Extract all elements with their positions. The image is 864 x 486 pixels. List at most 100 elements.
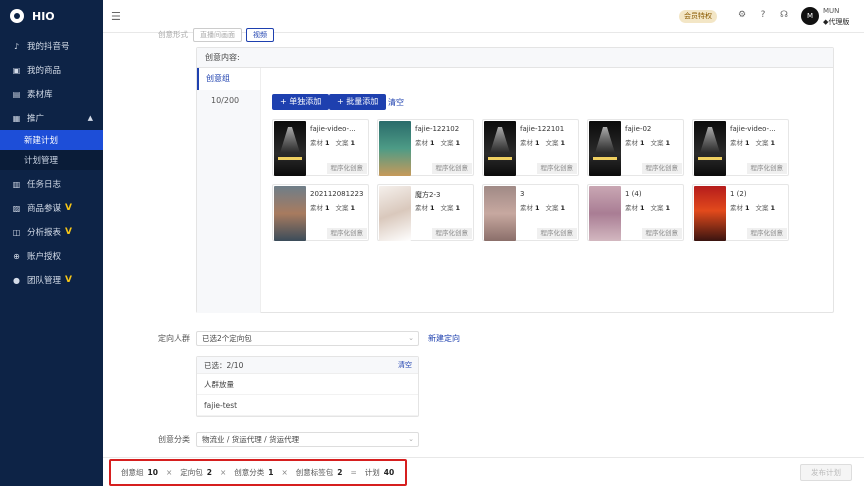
brand[interactable]: HIO <box>0 0 103 32</box>
brand-name: HIO <box>32 9 55 23</box>
material-label: 素材 <box>310 139 323 147</box>
card-meta: 素材 1 文案 1 <box>520 137 571 147</box>
sidebar-item-label: 团队管理 <box>27 276 62 286</box>
sidebar-item-reports[interactable]: ◫ 分析报表 V <box>0 220 103 244</box>
new-targeting-link[interactable]: 新建定向 <box>428 333 460 344</box>
creative-card[interactable]: 202112081223 素材 1 文案 1 程序化创意 <box>272 184 369 241</box>
targeting-select[interactable]: 已选2个定向包 ⌄ <box>196 331 419 346</box>
summary-value: 40 <box>383 468 395 477</box>
sidebar-item-promotion[interactable]: ▦ 推广 ▲ <box>0 106 103 130</box>
user-name: MUN <box>823 7 840 15</box>
copy-count: 1 <box>665 204 671 212</box>
video-thumbnail <box>694 121 726 176</box>
card-tag: 程序化创意 <box>326 228 367 239</box>
card-title: 魔方2-3 <box>415 191 441 199</box>
menu-toggle-icon[interactable]: ☰ <box>111 10 121 23</box>
help-icon[interactable]: ? <box>757 10 769 20</box>
material-count: 1 <box>430 204 435 212</box>
sidebar-item-account-auth[interactable]: ⊕ 账户授权 <box>0 244 103 268</box>
sidebar-item-product-advisor[interactable]: ▨ 商品参谋 V <box>0 196 103 220</box>
sidebar-subitem-new-plan[interactable]: 新建计划 <box>0 130 103 150</box>
sidebar-item-label: 分析报表 <box>27 228 62 238</box>
card-meta: 素材 1 文案 1 <box>625 202 676 212</box>
team-icon: ● <box>13 275 20 285</box>
sidebar-item-task-log[interactable]: ▥ 任务日志 <box>0 172 103 196</box>
copy-count: 1 <box>560 139 566 147</box>
creative-card[interactable]: fajie-video-... 素材 1 文案 1 程序化创意 <box>692 119 789 176</box>
list-item[interactable]: 人群放量 <box>197 374 418 395</box>
material-count: 1 <box>430 139 435 147</box>
copy-count: 1 <box>350 139 356 147</box>
creative-card[interactable]: fajie-122101 素材 1 文案 1 程序化创意 <box>482 119 579 176</box>
card-meta: 素材 1 文案 1 <box>730 202 781 212</box>
summary-label: 计划 <box>364 468 380 477</box>
copy-count: 1 <box>350 204 356 212</box>
copy-count: 1 <box>455 204 461 212</box>
creative-card[interactable]: 3 素材 1 文案 1 程序化创意 <box>482 184 579 241</box>
creative-card[interactable]: 魔方2-3 素材 1 文案 1 程序化创意 <box>377 184 474 241</box>
sidebar: HIO ♪ 我的抖音号 ▣ 我的商品 ▤ 素材库 ▦ 推广 ▲ 新建计划 计划管… <box>0 0 103 486</box>
card-title: fajie-02 <box>625 125 652 133</box>
video-thumbnail <box>379 121 411 176</box>
avatar[interactable]: M <box>801 7 819 25</box>
card-meta: 素材 1 文案 1 <box>310 202 361 212</box>
card-tag: 程序化创意 <box>641 163 682 174</box>
category-select[interactable]: 物流业 / 货运代理 / 货运代理 ⌄ <box>196 432 419 447</box>
tab-video[interactable]: 视频 <box>246 28 274 42</box>
sidebar-item-douyin[interactable]: ♪ 我的抖音号 <box>0 34 103 58</box>
sidebar-item-label: 我的商品 <box>27 66 62 76</box>
card-meta: 素材 1 文案 1 <box>520 202 571 212</box>
sidebar-item-materials[interactable]: ▤ 素材库 <box>0 82 103 106</box>
creative-card[interactable]: fajie-02 素材 1 文案 1 程序化创意 <box>587 119 684 176</box>
link-icon: ⊕ <box>13 251 20 261</box>
copy-count: 1 <box>770 204 776 212</box>
card-title: 1 (4) <box>625 190 642 198</box>
add-batch-button[interactable]: + 批量添加 <box>329 94 387 110</box>
card-tag: 程序化创意 <box>431 228 472 239</box>
list-item[interactable]: fajie-test <box>197 395 418 416</box>
chevron-down-icon: ⌄ <box>408 334 414 342</box>
card-title: 1 (2) <box>730 190 747 198</box>
creative-card[interactable]: 1 (4) 素材 1 文案 1 程序化创意 <box>587 184 684 241</box>
sidebar-item-label: 商品参谋 <box>27 204 62 214</box>
selected-clear-button[interactable]: 清空 <box>398 357 412 374</box>
selected-count: 已选：2/10 <box>204 361 244 370</box>
targeting-select-value: 已选2个定向包 <box>202 334 252 343</box>
creative-group-tab[interactable]: 创意组 10/200 <box>197 68 260 105</box>
creative-card[interactable]: fajie-video-... 素材 1 文案 1 程序化创意 <box>272 119 369 176</box>
video-thumbnail <box>589 121 621 176</box>
headset-icon[interactable]: ☊ <box>778 10 790 20</box>
card-tag: 程序化创意 <box>326 163 367 174</box>
creative-card[interactable]: fajie-122102 素材 1 文案 1 程序化创意 <box>377 119 474 176</box>
material-label: 素材 <box>625 204 638 212</box>
creative-card[interactable]: 1 (2) 素材 1 文案 1 程序化创意 <box>692 184 789 241</box>
folder-icon: ▤ <box>12 89 21 99</box>
add-single-button[interactable]: + 单独添加 <box>272 94 330 110</box>
sidebar-item-products[interactable]: ▣ 我的商品 <box>0 58 103 82</box>
video-thumbnail <box>694 186 726 241</box>
tab-live-scene[interactable]: 直播间画面 <box>193 28 242 42</box>
copy-label: 文案 <box>335 139 349 147</box>
copy-label: 文案 <box>650 204 664 212</box>
material-label: 素材 <box>730 204 743 212</box>
targeting-label: 定向人群 <box>158 334 190 343</box>
group-count: 10/200 <box>211 96 240 105</box>
shop-icon: ▣ <box>12 65 21 75</box>
promotion-icon: ▦ <box>12 113 21 123</box>
member-badge[interactable]: 会员特权 <box>679 10 717 23</box>
copy-label: 文案 <box>440 204 454 212</box>
card-tag: 程序化创意 <box>536 228 577 239</box>
copy-count: 1 <box>455 139 461 147</box>
sidebar-item-label: 我的抖音号 <box>27 42 70 52</box>
summary-value: 10 <box>147 468 158 477</box>
publish-plan-button[interactable]: 发布计划 <box>800 464 852 481</box>
card-tag: 程序化创意 <box>641 228 682 239</box>
settings-icon[interactable]: ⚙ <box>736 10 748 20</box>
sidebar-subitem-plan-manage[interactable]: 计划管理 <box>0 150 103 170</box>
material-label: 素材 <box>730 139 743 147</box>
plan-summary: 创意组 10 × 定向包 2 × 创意分类 1 × 创意标签包 2 = 计划 40 <box>109 459 407 486</box>
clear-button[interactable]: 清空 <box>388 97 404 108</box>
vip-icon: V <box>65 203 72 213</box>
sidebar-item-team[interactable]: ● 团队管理 V <box>0 268 103 292</box>
card-title: 202112081223 <box>310 190 364 198</box>
